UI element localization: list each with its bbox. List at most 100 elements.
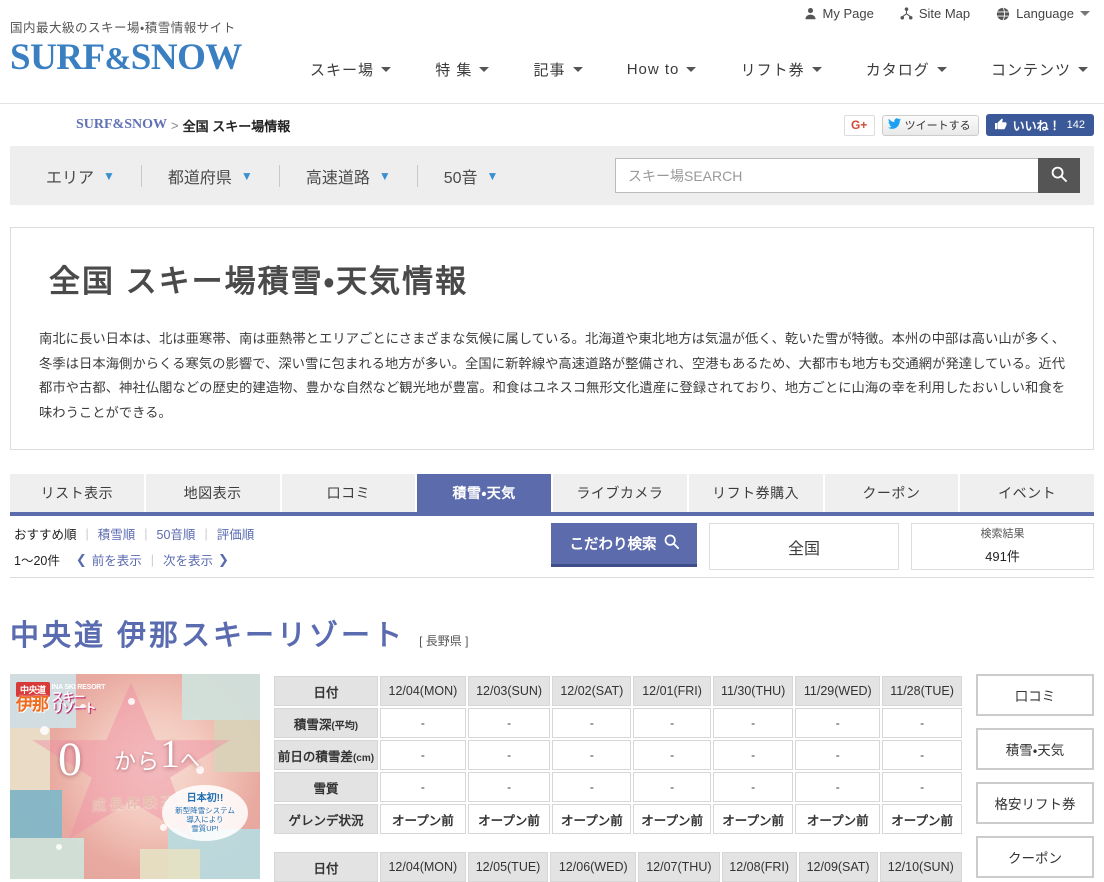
status-cell: オープン前 — [795, 804, 881, 835]
forecast-date-cell: 12/04(MON) — [380, 852, 466, 882]
sort-options: おすすめ順 | 積雪順 | 50音順 | 評価順 — [14, 524, 254, 543]
selected-area-box[interactable]: 全国 — [709, 523, 899, 571]
nav-item-articles[interactable]: 記事 — [534, 59, 583, 80]
google-plus-button[interactable]: G+ — [843, 114, 875, 136]
value-cell: - — [552, 740, 632, 771]
poster-seal: 日本初!! 新型降雪システム 導入により 雪質UP! — [162, 785, 248, 842]
intro-description: 南北に長い日本は、北は亜寒帯、南は亜熱帯とエリアごとにさまざまな気候に属している… — [39, 331, 1065, 420]
resort-name[interactable]: 中央道 伊那スキーリゾート — [10, 612, 405, 654]
chevron-down-icon — [479, 67, 490, 72]
sort-snowfall[interactable]: 積雪順 — [98, 524, 136, 543]
filter-label: エリア — [46, 169, 95, 187]
main-navigation: スキー場 特 集 記事 How to リフト券 カタログ コンテンツ — [290, 27, 1104, 80]
side-button-discount-lift-ticket[interactable]: 格安リフト券 — [976, 782, 1094, 825]
tab-live-camera[interactable]: ライブカメラ — [553, 474, 687, 513]
status-cell: オープン前 — [380, 804, 466, 835]
page-root: My Page Site Map Language 国内最大級のスキー場・積雪情… — [0, 0, 1104, 882]
sort-rating[interactable]: 評価順 — [217, 524, 255, 543]
nav-label: カタログ — [865, 62, 930, 79]
chevron-down-icon — [572, 67, 583, 72]
social-buttons: G+ ツイートする いいね！ 142 — [843, 114, 1094, 136]
poster-kara: から — [114, 749, 161, 775]
poster-name-ski: スキー リゾート — [51, 689, 97, 716]
like-count: 142 — [1066, 119, 1085, 131]
side-button-coupon[interactable]: クーポン — [976, 836, 1094, 879]
tab-lift-ticket-purchase[interactable]: リフト券購入 — [688, 474, 823, 513]
brand-block: 国内最大級のスキー場・積雪情報サイト SURF&SNOW — [0, 21, 290, 79]
nav-label: How to — [626, 61, 680, 78]
tweet-button[interactable]: ツイートする — [881, 114, 979, 136]
table-row-snow-diff: 前日の積雪差(cm) - - - - - - - — [274, 740, 962, 771]
filter-area[interactable]: エリア ▼ — [46, 164, 115, 188]
filter-expressway[interactable]: 高速道路 ▼ — [306, 164, 391, 188]
snow-history-table: 日付 12/04(MON) 12/03(SUN) 12/02(SAT) 12/0… — [272, 674, 964, 836]
search-icon — [1051, 166, 1067, 185]
tab-event[interactable]: イベント — [960, 474, 1094, 513]
language-label: Language — [1016, 6, 1074, 21]
nav-item-ski-resorts[interactable]: スキー場 — [310, 59, 392, 80]
row-header-date: 日付 — [274, 676, 378, 707]
poster-one: 1へ — [160, 731, 200, 777]
filter-prefecture[interactable]: 都道府県 ▼ — [168, 164, 253, 188]
view-tabs: リスト表示 地図表示 口コミ 積雪・天気 ライブカメラ リフト券購入 クーポン … — [10, 474, 1094, 517]
logo-amp: & — [104, 40, 132, 76]
tab-snow-weather[interactable]: 積雪・天気 — [417, 474, 551, 513]
nav-item-features[interactable]: 特 集 — [435, 59, 490, 80]
language-selector[interactable]: Language — [996, 6, 1090, 21]
nav-item-contents[interactable]: コンテンツ — [991, 59, 1088, 80]
tab-map-view[interactable]: 地図表示 — [145, 474, 280, 513]
date-cell: 11/29(WED) — [795, 676, 881, 707]
nav-item-howto[interactable]: How to — [627, 61, 697, 78]
value-cell: - — [467, 708, 551, 739]
site-header: 国内最大級のスキー場・積雪情報サイト SURF&SNOW スキー場 特 集 記事… — [0, 21, 1104, 104]
poster-name-jp: 伊那 — [16, 695, 49, 715]
advanced-search-button[interactable]: こだわり検索 — [551, 523, 697, 568]
sort-gojuon[interactable]: 50音順 — [157, 524, 196, 543]
my-page-link[interactable]: My Page — [804, 6, 874, 21]
table-row-forecast-date: 日付 12/04(MON) 12/05(TUE) 12/06(WED) 12/0… — [274, 852, 962, 882]
poster-logo: 中央道 伊那 INA SKI RESORT スキー リゾート — [16, 682, 105, 714]
like-label: いいね！ — [1012, 118, 1061, 133]
table-row-slope-status: ゲレンデ状況 オープン前 オープン前 オープン前 オープン前 オープン前 オープ… — [274, 804, 962, 835]
table-row-snow-quality: 雪質 - - - - - - - — [274, 772, 962, 803]
nav-item-lift-ticket[interactable]: リフト券 — [741, 59, 822, 80]
forecast-date-cell: 12/09(SAT) — [798, 852, 878, 882]
snow-tables: 日付 12/04(MON) 12/03(SUN) 12/02(SAT) 12/0… — [272, 674, 964, 882]
search-button[interactable] — [1038, 158, 1080, 193]
value-cell: - — [552, 772, 632, 803]
intro-panel: 全国 スキー場積雪・天気情報 南北に長い日本は、北は亜寒帯、南は亜熱帯とエリアご… — [10, 227, 1094, 451]
prev-page-button[interactable]: ❮ 前を表示 — [76, 550, 142, 569]
site-logo[interactable]: SURF&SNOW — [10, 37, 290, 79]
search-input[interactable] — [615, 158, 1038, 193]
tab-coupon[interactable]: クーポン — [824, 474, 959, 513]
sort-recommended[interactable]: おすすめ順 — [14, 524, 77, 543]
search-box — [615, 158, 1080, 193]
filter-label: 高速道路 — [305, 169, 370, 187]
breadcrumb-separator: > — [171, 117, 179, 133]
brand-tagline: 国内最大級のスキー場・積雪情報サイト — [10, 21, 236, 35]
thumbs-up-icon — [994, 117, 1007, 133]
tab-list-view[interactable]: リスト表示 — [10, 474, 144, 513]
filter-gojuon[interactable]: 50音 ▼ — [444, 164, 499, 188]
poster-patch — [10, 838, 84, 880]
result-range: 1〜20件 — [14, 554, 60, 569]
next-page-label: 次を表示 — [163, 554, 214, 569]
chevron-down-icon — [811, 67, 822, 72]
poster-zero: 0 — [58, 733, 82, 787]
next-page-button[interactable]: 次を表示 ❯ — [163, 550, 229, 569]
breadcrumb-home[interactable]: SURF&SNOW — [76, 117, 167, 133]
nav-label: コンテンツ — [990, 62, 1071, 79]
value-cell: - — [467, 740, 551, 771]
value-cell: - — [795, 708, 881, 739]
value-cell: - — [380, 708, 466, 739]
tab-reviews[interactable]: 口コミ — [281, 474, 416, 513]
date-cell: 11/28(TUE) — [882, 676, 962, 707]
resort-poster-image[interactable]: 中央道 伊那 INA SKI RESORT スキー リゾート 0 から 1へ 成… — [10, 674, 260, 880]
site-map-link[interactable]: Site Map — [900, 6, 970, 21]
filter-label: 50音 — [443, 169, 478, 187]
side-button-reviews[interactable]: 口コミ — [976, 674, 1094, 717]
status-cell: オープン前 — [712, 804, 794, 835]
facebook-like-button[interactable]: いいね！ 142 — [985, 114, 1094, 136]
nav-item-catalog[interactable]: カタログ — [866, 59, 947, 80]
side-button-snow-weather[interactable]: 積雪・天気 — [976, 728, 1094, 771]
